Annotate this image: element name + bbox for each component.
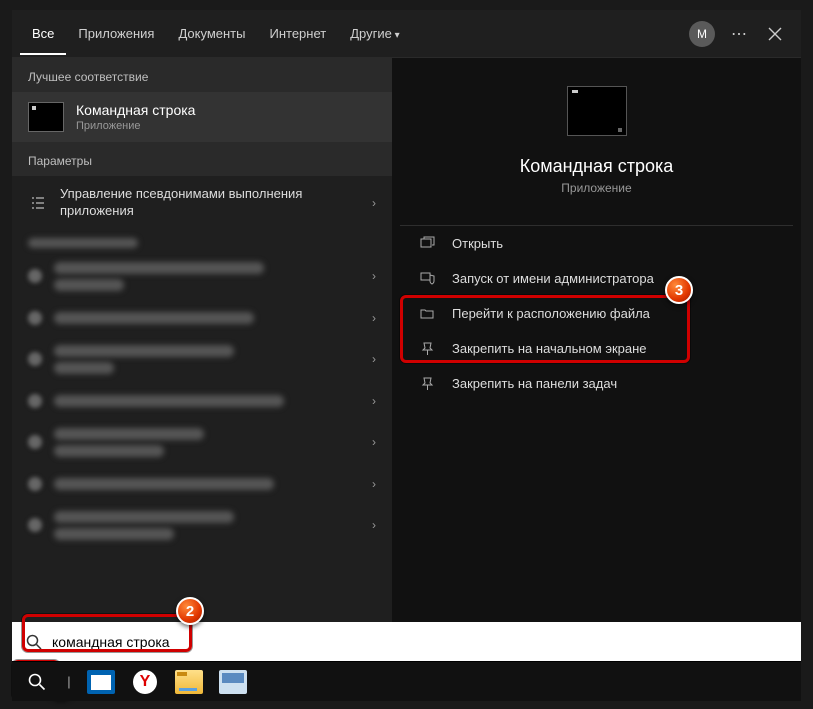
preview-app-icon (567, 86, 627, 136)
content-area: Лучшее соответствие Командная строка При… (12, 58, 801, 622)
action-pin-start[interactable]: Закрепить на начальном экране (400, 331, 793, 366)
action-open-location[interactable]: Перейти к расположению файла (400, 296, 793, 331)
annotation-badge-2: 2 (176, 597, 204, 625)
search-icon (26, 634, 42, 650)
cmd-icon (28, 102, 64, 132)
header-tabs: Все Приложения Документы Интернет Другие… (12, 10, 801, 58)
taskbar-calendar[interactable] (84, 665, 118, 699)
action-pin-taskbar[interactable]: Закрепить на панели задач (400, 366, 793, 401)
action-pin-taskbar-label: Закрепить на панели задач (452, 376, 617, 391)
settings-header: Параметры (12, 142, 392, 176)
blurred-result-6[interactable]: › (12, 467, 392, 501)
best-match-header: Лучшее соответствие (12, 58, 392, 92)
tab-apps[interactable]: Приложения (66, 12, 166, 55)
tab-internet[interactable]: Интернет (257, 12, 338, 55)
folder-icon (420, 306, 438, 321)
chevron-right-icon: › (364, 196, 376, 210)
taskbar: | Y (12, 661, 801, 701)
blurred-section-header (12, 230, 392, 252)
search-input[interactable] (52, 634, 787, 650)
taskbar-explorer[interactable] (172, 665, 206, 699)
action-run-admin-label: Запуск от имени администратора (452, 271, 654, 286)
taskbar-search-button[interactable] (20, 665, 54, 699)
action-open-label: Открыть (452, 236, 503, 251)
blurred-result-7[interactable]: › (12, 501, 392, 550)
search-bar[interactable] (12, 622, 801, 662)
settings-item-aliases[interactable]: Управление псевдонимами выполнения прило… (12, 176, 392, 230)
tab-documents[interactable]: Документы (166, 12, 257, 55)
best-match-subtitle: Приложение (76, 120, 195, 132)
tab-all[interactable]: Все (20, 12, 66, 55)
user-avatar[interactable]: M (689, 21, 715, 47)
action-open-location-label: Перейти к расположению файла (452, 306, 650, 321)
settings-list-icon (28, 195, 48, 211)
settings-item-label: Управление псевдонимами выполнения прило… (60, 186, 364, 220)
blurred-result-3[interactable]: › (12, 335, 392, 384)
tab-more[interactable]: Другие (338, 12, 411, 55)
blurred-result-4[interactable]: › (12, 384, 392, 418)
blurred-result-2[interactable]: › (12, 301, 392, 335)
pin-taskbar-icon (420, 376, 438, 391)
best-match-title: Командная строка (76, 102, 195, 118)
annotation-badge-3: 3 (665, 276, 693, 304)
close-icon (768, 27, 782, 41)
more-options-button[interactable]: ⋯ (721, 16, 757, 52)
best-match-item[interactable]: Командная строка Приложение (12, 92, 392, 142)
preview-panel: Командная строка Приложение Открыть Запу… (392, 58, 801, 622)
results-panel: Лучшее соответствие Командная строка При… (12, 58, 392, 622)
blurred-result-1[interactable]: › (12, 252, 392, 301)
taskbar-divider: | (64, 665, 74, 699)
open-icon (420, 236, 438, 251)
taskbar-app[interactable] (216, 665, 250, 699)
pin-start-icon (420, 341, 438, 356)
preview-title: Командная строка (520, 156, 674, 177)
search-window: Все Приложения Документы Интернет Другие… (12, 10, 801, 662)
action-pin-start-label: Закрепить на начальном экране (452, 341, 647, 356)
blurred-result-5[interactable]: › (12, 418, 392, 467)
preview-subtitle: Приложение (561, 181, 631, 195)
action-run-admin[interactable]: Запуск от имени администратора (400, 261, 793, 296)
action-open[interactable]: Открыть (400, 226, 793, 261)
action-list: Открыть Запуск от имени администратора П… (400, 225, 793, 401)
taskbar-yandex[interactable]: Y (128, 665, 162, 699)
shield-icon (420, 271, 438, 286)
close-button[interactable] (757, 16, 793, 52)
